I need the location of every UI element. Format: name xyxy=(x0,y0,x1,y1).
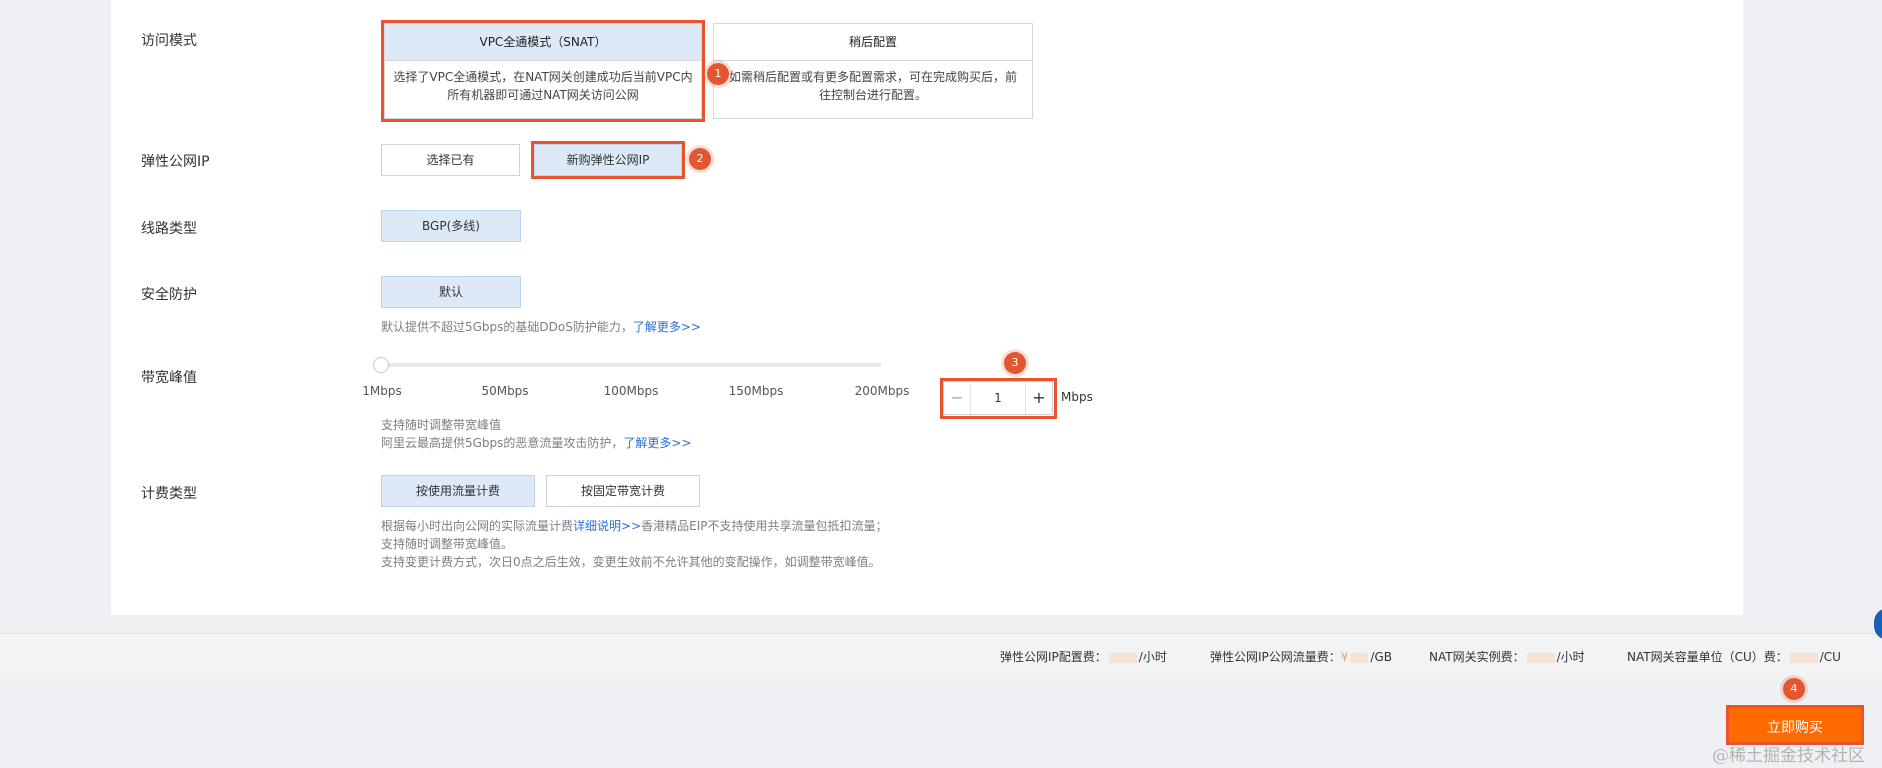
fee-value-hidden xyxy=(1350,652,1369,663)
fee-eip-traffic: 弹性公网IP公网流量费：¥ /GB xyxy=(1210,648,1392,665)
fee-prefix: ¥ xyxy=(1340,650,1349,664)
access-card-desc: 如需稍后配置或有更多配置需求，可在完成购买后，前 往控制台进行配置。 xyxy=(714,61,1032,111)
fee-label: NAT网关容量单位（CU）费： xyxy=(1627,650,1788,664)
billing-hint-2: 支持随时调整带宽峰值。 xyxy=(381,537,514,551)
fee-nat-cu: NAT网关容量单位（CU）费： /CU xyxy=(1627,648,1841,665)
billing-option-fixed[interactable]: 按固定带宽计费 xyxy=(546,475,700,507)
security-hint: 默认提供不超过5Gbps的基础DDoS防护能力，了解更多>> xyxy=(381,318,701,336)
watermark: @稀土掘金技术社区 xyxy=(1712,746,1865,766)
step-badge-3: 3 xyxy=(1004,352,1026,374)
slider-tick: 100Mbps xyxy=(603,384,659,398)
bandwidth-slider-handle[interactable] xyxy=(373,357,389,373)
fee-nat-instance: NAT网关实例费： /小时 xyxy=(1429,648,1585,665)
label-billing: 计费类型 xyxy=(141,486,197,502)
label-access-mode: 访问模式 xyxy=(141,33,197,49)
access-card-later[interactable]: 稍后配置 如需稍后配置或有更多配置需求，可在完成购买后，前 往控制台进行配置。 xyxy=(713,23,1033,119)
bandwidth-learn-more-link[interactable]: 了解更多>> xyxy=(623,436,691,450)
billing-hint-text: 根据每小时出向公网的实际流量计费 xyxy=(381,519,574,533)
fee-value-hidden xyxy=(1526,652,1555,663)
fee-unit: /小时 xyxy=(1138,650,1167,664)
security-option-default[interactable]: 默认 xyxy=(381,276,521,308)
billing-hint-text: 香港精品EIP不支持使用共享流量包抵扣流量； xyxy=(641,519,888,533)
access-card-desc-line: 往控制台进行配置。 xyxy=(818,88,927,102)
slider-tick: 150Mbps xyxy=(728,384,784,398)
security-learn-more-link[interactable]: 了解更多>> xyxy=(633,320,701,334)
slider-tick: 200Mbps xyxy=(854,384,910,398)
highlight-access-mode xyxy=(381,20,705,122)
security-hint-text: 默认提供不超过5Gbps的基础DDoS防护能力， xyxy=(381,320,633,334)
slider-tick: 50Mbps xyxy=(481,384,529,398)
fee-value-hidden xyxy=(1108,652,1137,663)
fee-bar xyxy=(0,633,1882,678)
fee-label: 弹性公网IP配置费： xyxy=(1000,650,1107,664)
slider-tick: 1Mbps xyxy=(362,384,402,398)
billing-detail-link[interactable]: 详细说明>> xyxy=(573,519,641,533)
billing-option-traffic[interactable]: 按使用流量计费 xyxy=(381,475,535,507)
step-badge-2: 2 xyxy=(689,148,711,170)
bandwidth-hint-2: 阿里云最高提供5Gbps的恶意流量攻击防护，了解更多>> xyxy=(381,434,692,452)
access-card-desc-line: 如需稍后配置或有更多配置需求，可在完成购买后，前 xyxy=(728,70,1017,84)
label-bandwidth: 带宽峰值 xyxy=(141,370,197,386)
bandwidth-unit: Mbps xyxy=(1061,390,1093,404)
label-security: 安全防护 xyxy=(141,287,197,303)
access-card-title: 稍后配置 xyxy=(714,24,1032,61)
billing-hint-1: 根据每小时出向公网的实际流量计费详细说明>>香港精品EIP不支持使用共享流量包抵… xyxy=(381,517,888,535)
bandwidth-hint-text: 阿里云最高提供5Gbps的恶意流量攻击防护， xyxy=(381,436,624,450)
buy-now-button[interactable]: 立即购买 xyxy=(1726,705,1864,745)
fee-eip-config: 弹性公网IP配置费： /小时 xyxy=(1000,648,1167,665)
highlight-eip xyxy=(531,141,685,179)
fee-unit: /CU xyxy=(1819,650,1841,664)
fee-label: 弹性公网IP公网流量费： xyxy=(1210,650,1341,664)
bandwidth-slider-track[interactable] xyxy=(381,363,881,367)
step-badge-4: 4 xyxy=(1783,678,1805,700)
line-option-bgp[interactable]: BGP(多线) xyxy=(381,210,521,242)
fee-unit: /小时 xyxy=(1556,650,1585,664)
fee-unit: /GB xyxy=(1370,650,1392,664)
billing-hint-3: 支持变更计费方式，次日0点之后生效，变更生效前不允许其他的变配操作，如调整带宽峰… xyxy=(381,555,881,569)
step-badge-1: 1 xyxy=(707,63,729,85)
label-eip: 弹性公网IP xyxy=(141,154,210,170)
fee-value-hidden xyxy=(1789,652,1818,663)
bandwidth-hint-1: 支持随时调整带宽峰值 xyxy=(381,418,502,432)
eip-option-existing[interactable]: 选择已有 xyxy=(381,144,520,176)
label-line-type: 线路类型 xyxy=(141,221,197,237)
highlight-bandwidth xyxy=(940,378,1057,419)
fee-label: NAT网关实例费： xyxy=(1429,650,1525,664)
